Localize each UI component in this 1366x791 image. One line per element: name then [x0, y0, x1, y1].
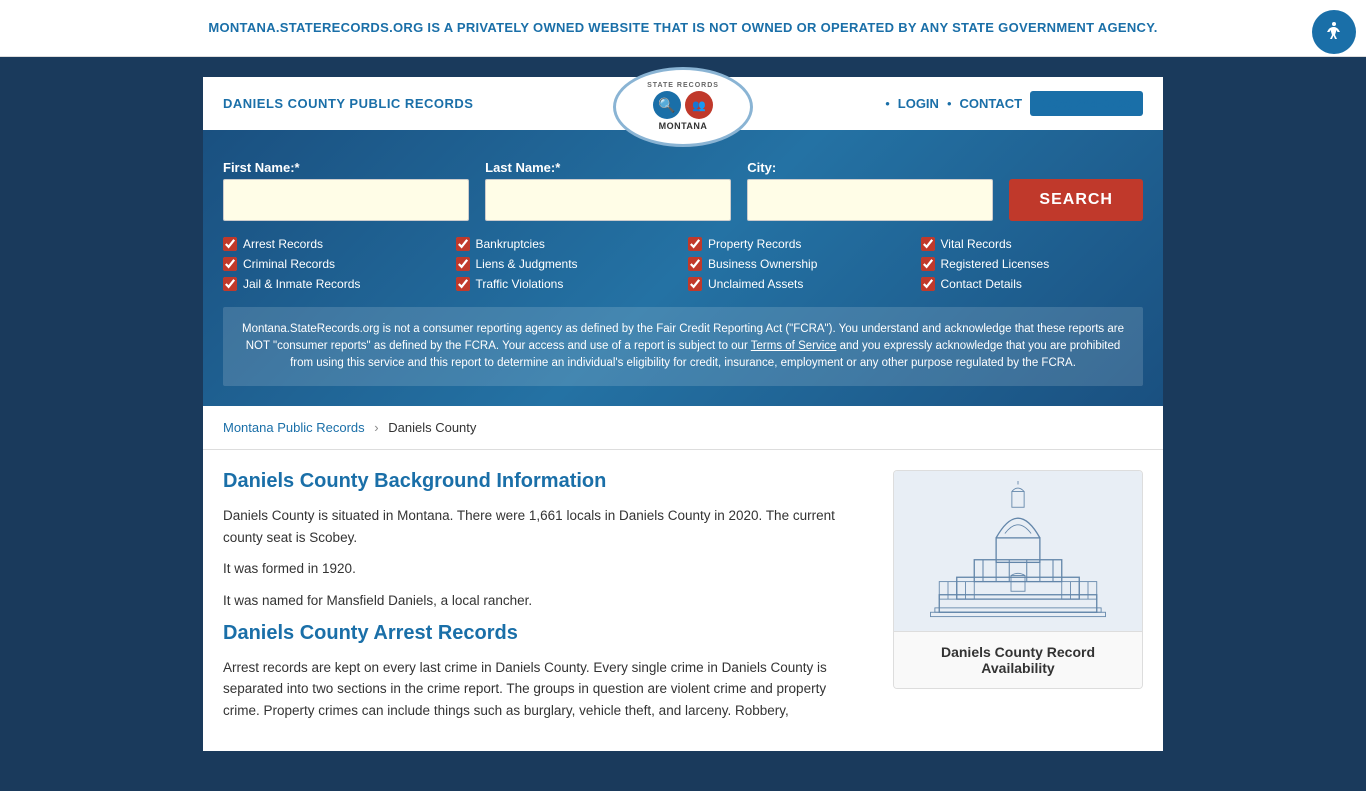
checkbox-label-8: Jail & Inmate Records [243, 277, 360, 291]
breadcrumb: Montana Public Records › Daniels County [203, 406, 1163, 450]
background-title: Daniels County Background Information [223, 470, 863, 493]
checkbox-label-4: Criminal Records [243, 257, 335, 271]
first-name-input[interactable] [223, 179, 469, 221]
checkbox-label-7: Registered Licenses [941, 257, 1050, 271]
checkbox-item: Unclaimed Assets [688, 277, 911, 291]
checkbox-7[interactable] [921, 257, 935, 271]
last-name-input[interactable] [485, 179, 731, 221]
checkbox-label-9: Traffic Violations [476, 277, 564, 291]
content-main: Daniels County Background Information Da… [223, 470, 893, 731]
terms-link[interactable]: Terms of Service [751, 340, 837, 352]
search-section: First Name:* Last Name:* City: SEARCH Ar… [203, 130, 1163, 407]
checkbox-1[interactable] [456, 237, 470, 251]
checkbox-label-11: Contact Details [941, 277, 1022, 291]
checkbox-item: Property Records [688, 237, 911, 251]
background-text-1: Daniels County is situated in Montana. T… [223, 505, 863, 548]
checkbox-8[interactable] [223, 277, 237, 291]
checkbox-label-3: Vital Records [941, 237, 1012, 251]
capitol-building-icon [928, 481, 1108, 621]
checkbox-5[interactable] [456, 257, 470, 271]
sidebar-image [894, 471, 1142, 631]
first-name-group: First Name:* [223, 160, 469, 221]
checkbox-item: Jail & Inmate Records [223, 277, 446, 291]
checkbox-label-10: Unclaimed Assets [708, 277, 803, 291]
logo-top-text: STATE RECORDS [647, 82, 719, 89]
accessibility-icon [1322, 20, 1346, 44]
phone-button[interactable]: (406) 284-0758 [1030, 91, 1143, 116]
main-wrapper: STATE RECORDS 🔍 👥 MONTANA DANIELS COUNTY… [0, 57, 1366, 791]
search-button[interactable]: SEARCH [1009, 179, 1143, 221]
below-card: Montana Public Records › Daniels County … [203, 406, 1163, 751]
checkbox-9[interactable] [456, 277, 470, 291]
background-text-3: It was named for Mansfield Daniels, a lo… [223, 590, 863, 612]
logo-search-icon: 🔍 [653, 91, 681, 119]
header-nav: • LOGIN • CONTACT (406) 284-0758 [885, 91, 1143, 116]
first-name-label: First Name:* [223, 160, 469, 175]
checkbox-item: Vital Records [921, 237, 1144, 251]
checkbox-item: Registered Licenses [921, 257, 1144, 271]
site-title: DANIELS COUNTY PUBLIC RECORDS [223, 96, 473, 111]
checkbox-11[interactable] [921, 277, 935, 291]
checkbox-label-1: Bankruptcies [476, 237, 545, 251]
content-area: Daniels County Background Information Da… [203, 450, 1163, 751]
city-input[interactable] [747, 179, 993, 221]
top-banner: MONTANA.STATERECORDS.ORG IS A PRIVATELY … [0, 0, 1366, 57]
logo-state-text: MONTANA [647, 121, 719, 131]
city-group: City: [747, 160, 993, 221]
checkbox-label-2: Property Records [708, 237, 801, 251]
search-card: STATE RECORDS 🔍 👥 MONTANA DANIELS COUNTY… [203, 77, 1163, 407]
logo-container: STATE RECORDS 🔍 👥 MONTANA [613, 67, 753, 147]
breadcrumb-separator: › [374, 420, 378, 435]
city-label: City: [747, 160, 993, 175]
nav-dot-1: • [885, 96, 890, 111]
last-name-group: Last Name:* [485, 160, 731, 221]
checkbox-3[interactable] [921, 237, 935, 251]
checkbox-2[interactable] [688, 237, 702, 251]
accessibility-button[interactable] [1312, 10, 1356, 54]
breadcrumb-parent[interactable]: Montana Public Records [223, 420, 365, 435]
nav-dot-2: • [947, 96, 952, 111]
logo-icons: 🔍 👥 [647, 91, 719, 119]
sidebar-card-title: Daniels County Record Availability [894, 631, 1142, 688]
background-text-2: It was formed in 1920. [223, 558, 863, 580]
content-sidebar: Daniels County Record Availability [893, 470, 1143, 731]
breadcrumb-current: Daniels County [388, 420, 476, 435]
search-fields: First Name:* Last Name:* City: SEARCH [223, 160, 1143, 221]
sidebar-card: Daniels County Record Availability [893, 470, 1143, 689]
logo-oval: STATE RECORDS 🔍 👥 MONTANA [613, 67, 753, 147]
checkboxes-grid: Arrest Records Bankruptcies Property Recor… [223, 237, 1143, 291]
banner-text: MONTANA.STATERECORDS.ORG IS A PRIVATELY … [208, 20, 1157, 35]
checkbox-item: Criminal Records [223, 257, 446, 271]
checkbox-item: Traffic Violations [456, 277, 679, 291]
contact-link[interactable]: CONTACT [960, 96, 1023, 111]
checkbox-6[interactable] [688, 257, 702, 271]
checkbox-label-0: Arrest Records [243, 237, 323, 251]
logo-people-icon: 👥 [685, 91, 713, 119]
checkbox-item: Liens & Judgments [456, 257, 679, 271]
disclaimer: Montana.StateRecords.org is not a consum… [223, 307, 1143, 387]
checkbox-0[interactable] [223, 237, 237, 251]
checkbox-item: Contact Details [921, 277, 1144, 291]
arrest-title: Daniels County Arrest Records [223, 622, 863, 645]
logo-inner: STATE RECORDS 🔍 👥 MONTANA [643, 78, 723, 135]
checkbox-item: Business Ownership [688, 257, 911, 271]
checkbox-10[interactable] [688, 277, 702, 291]
checkbox-label-6: Business Ownership [708, 257, 817, 271]
last-name-label: Last Name:* [485, 160, 731, 175]
login-link[interactable]: LOGIN [898, 96, 939, 111]
checkbox-4[interactable] [223, 257, 237, 271]
checkbox-item: Arrest Records [223, 237, 446, 251]
arrest-text: Arrest records are kept on every last cr… [223, 657, 863, 722]
checkbox-item: Bankruptcies [456, 237, 679, 251]
checkbox-label-5: Liens & Judgments [476, 257, 578, 271]
